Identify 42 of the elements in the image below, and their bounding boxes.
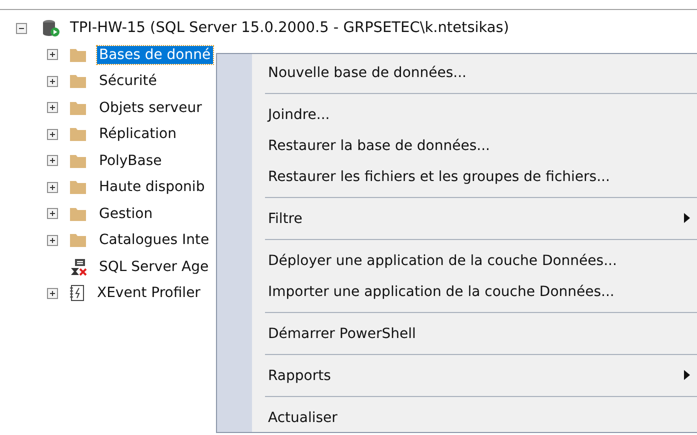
expand-toggle[interactable] [47,208,58,220]
folder-icon [69,73,87,90]
expand-toggle[interactable] [47,234,58,246]
folder-icon [69,46,87,63]
expand-toggle[interactable] [47,76,58,87]
tree-node[interactable]: Catalogues Inte [97,231,212,250]
tree-node[interactable]: Haute disponib [97,178,207,196]
tree-node[interactable]: SQL Server Age [97,258,211,276]
tree-node[interactable]: XEvent Profiler [95,284,202,302]
expand-toggle[interactable] [47,155,58,166]
folder-icon [69,100,87,116]
folder-icon [69,126,87,142]
expand-toggle[interactable] [47,102,58,114]
folder-icon [69,152,87,169]
menu-item[interactable]: Restaurer la base de données... [217,130,697,161]
folder-icon [69,232,87,248]
tree-node[interactable]: Gestion [97,204,155,223]
menu-item[interactable]: Restaurer les fichiers et les groupes de fichiers... [217,161,697,192]
expand-toggle[interactable] [47,128,58,140]
expand-toggle[interactable] [47,182,58,193]
server-node[interactable]: TPI-HW-15 (SQL Server 15.0.2000.5 - GRPSETEC\k.ntetsikas) [68,19,512,38]
tree-node[interactable]: Bases de donné [97,46,213,64]
tree-node[interactable]: Sécurité [97,72,159,90]
folder-icon [69,179,87,196]
notebook-icon [69,284,85,302]
menu-item[interactable]: Importer une application de la couche Données... [217,276,697,307]
tree-node[interactable]: Objets serveur [97,98,204,117]
menu-item[interactable]: Nouvelle base de données... [217,57,697,88]
menu-item[interactable]: Démarrer PowerShell [217,318,697,349]
collapse-toggle[interactable] [16,22,27,34]
menu-item[interactable]: Actualiser [217,402,697,433]
menu-item[interactable]: Déployer une application de la couche Données... [217,245,697,276]
menu-item[interactable]: Rapports [217,360,697,391]
folder-icon [69,206,87,222]
expand-toggle[interactable] [47,288,58,299]
database-server-icon [42,19,60,38]
menu-item[interactable]: Joindre... [217,99,697,130]
tree-node[interactable]: Réplication [97,125,178,144]
tree-node[interactable]: PolyBase [97,152,164,170]
menu-item[interactable]: Filtre [217,203,697,234]
agent-stopped-icon [69,258,87,276]
expand-toggle[interactable] [47,49,58,60]
